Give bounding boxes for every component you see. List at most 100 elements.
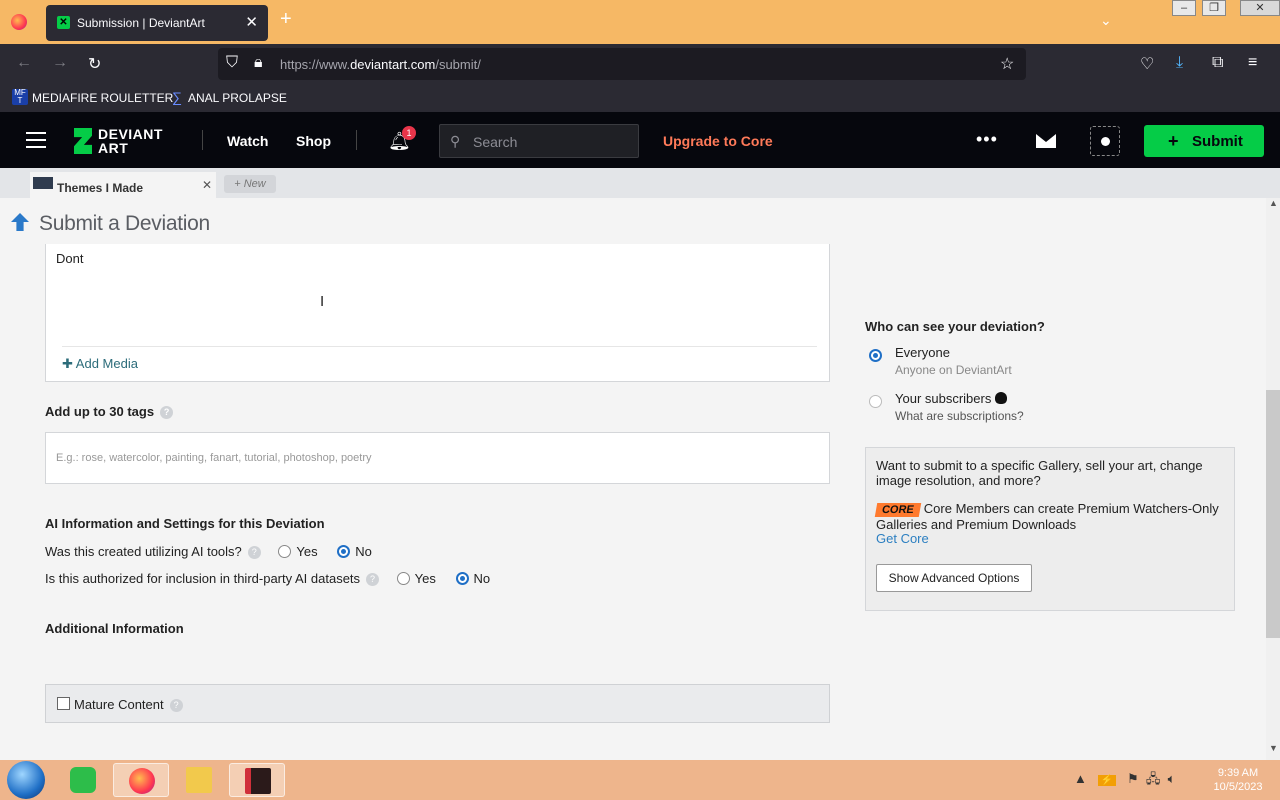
shop-link[interactable]: Shop <box>296 133 331 149</box>
ai-tools-question: Was this created utilizing AI tools?? Ye… <box>45 544 372 559</box>
browser-tab-active[interactable]: ✕ Submission | DeviantArt ✕ <box>46 5 268 41</box>
scroll-up-icon[interactable]: ▲ <box>1269 198 1278 208</box>
mature-content-toggle[interactable]: Mature Content? <box>45 684 830 723</box>
submit-form: Submit a Deviation Dont ✚ Add Media I Ad… <box>0 198 1266 760</box>
pocket-icon[interactable]: ♡ <box>1140 54 1154 74</box>
game-app-icon <box>245 768 271 794</box>
deviantart-logo[interactable]: DEVIANT ART <box>74 126 178 156</box>
get-core-link[interactable]: Get Core <box>876 531 929 546</box>
network-icon[interactable]: 🖧︎ <box>1146 771 1161 786</box>
taskbar-app-game[interactable] <box>229 763 285 797</box>
mature-checkbox[interactable] <box>57 697 70 710</box>
deviantart-logo-icon <box>74 128 92 154</box>
visibility-option-label: Your subscribers <box>895 391 1008 406</box>
mediafire-bookmark-icon: MF T <box>12 89 28 105</box>
arrow-up-icon[interactable] <box>11 213 29 231</box>
taskbar-app-notes[interactable] <box>55 763 111 797</box>
upgrade-to-core-link[interactable]: Upgrade to Core <box>663 133 773 149</box>
close-stash-tab-icon[interactable]: ✕ <box>202 178 212 192</box>
more-options-icon[interactable]: ••• <box>976 129 998 150</box>
show-advanced-options-button[interactable]: Show Advanced Options <box>876 564 1032 592</box>
description-text[interactable]: Dont <box>56 251 83 266</box>
back-arrow-icon[interactable]: ← <box>16 54 32 72</box>
scrollbar[interactable]: ▲ ▼ <box>1266 198 1280 760</box>
tags-placeholder: E.g.: rose, watercolor, painting, fanart… <box>56 452 372 464</box>
mature-label: Mature Content? <box>74 697 183 712</box>
new-stash-tab-button[interactable]: + New <box>224 175 276 193</box>
help-icon[interactable]: ? <box>160 406 174 419</box>
core-shield-icon <box>995 392 1008 404</box>
taskbar-app-firefox[interactable] <box>113 763 169 797</box>
ai-dataset-no-radio[interactable]: No <box>455 571 490 586</box>
clock[interactable]: 9:39 AM 10/5/2023 <box>1208 766 1268 794</box>
maximize-icon[interactable]: ❐ <box>1202 0 1226 16</box>
close-window-icon[interactable]: ✕ <box>1240 0 1280 16</box>
browser-tab-title: Submission | DeviantArt <box>77 16 205 30</box>
ai-tools-no-radio[interactable]: No <box>337 544 372 559</box>
scroll-down-icon[interactable]: ▼ <box>1269 743 1278 753</box>
menu-icon[interactable]: ≡ <box>1248 54 1257 72</box>
help-icon[interactable]: ? <box>169 699 183 712</box>
radio-icon <box>869 395 882 408</box>
radio-selected-icon <box>455 572 469 585</box>
notification-count-badge: 1 <box>402 126 416 140</box>
radio-selected-icon <box>337 545 351 558</box>
extensions-icon[interactable]: ⧉ <box>1212 54 1223 72</box>
help-icon[interactable]: ? <box>247 546 261 559</box>
divider <box>202 130 203 150</box>
forward-arrow-icon[interactable]: → <box>52 54 68 72</box>
divider <box>356 130 357 150</box>
watch-link[interactable]: Watch <box>227 133 268 149</box>
start-button-icon[interactable] <box>7 761 45 799</box>
close-tab-icon[interactable]: ✕ <box>245 13 258 31</box>
description-editor[interactable]: Dont ✚ Add Media <box>45 244 830 382</box>
site-header: DEVIANT ART Watch Shop 🔔︎ 1 ⚲ Search Upgr… <box>0 112 1280 168</box>
scrollbar-thumb[interactable] <box>1266 390 1280 638</box>
core-badge: CORE <box>874 503 922 517</box>
volume-icon[interactable]: 🔈︎ <box>1168 771 1176 786</box>
help-icon[interactable]: ? <box>366 573 380 586</box>
new-tab-button[interactable]: + <box>280 8 292 31</box>
add-media-button[interactable]: ✚ Add Media <box>62 356 138 372</box>
firefox-icon <box>129 768 155 794</box>
ai-dataset-yes-radio[interactable]: Yes <box>396 571 436 586</box>
site-search-input[interactable]: ⚲ Search <box>439 124 639 158</box>
shield-icon[interactable]: ⛉ <box>226 54 238 72</box>
sigma-bookmark-icon: ∑ <box>172 89 182 105</box>
visibility-heading: Who can see your deviation? <box>865 319 1045 334</box>
stash-tab-themes[interactable]: Themes I Made ✕ <box>30 172 216 198</box>
lock-icon[interactable]: 🔒︎ <box>254 54 263 72</box>
bookmark-star-icon[interactable]: ☆ <box>1000 54 1014 74</box>
mail-icon[interactable] <box>1036 134 1056 148</box>
advanced-intro: Want to submit to a specific Gallery, se… <box>876 458 1203 488</box>
tags-input[interactable]: E.g.: rose, watercolor, painting, fanart… <box>45 432 830 484</box>
tray-app-icon[interactable]: ⚡ <box>1097 775 1117 786</box>
stash-thumbnail <box>33 177 53 189</box>
firefox-menu-icon[interactable] <box>11 14 27 30</box>
minimize-icon[interactable]: – <box>1172 0 1196 16</box>
url-text[interactable]: https://www.deviantart.com/submit/ <box>280 57 481 72</box>
stash-tab-label: Themes I Made <box>57 181 144 195</box>
divider <box>62 346 817 347</box>
reload-icon[interactable]: ↻ <box>88 54 101 74</box>
radio-icon <box>278 545 292 558</box>
downloads-icon[interactable]: ⤓ <box>1176 54 1183 72</box>
taskbar-app-explorer[interactable] <box>171 763 227 797</box>
core-promo: CORE Core Members can create Premium Watc… <box>874 501 1219 532</box>
submit-button[interactable]: + Submit <box>1144 125 1264 157</box>
flag-icon[interactable]: ⚑ <box>1127 771 1139 786</box>
ai-section-heading: AI Information and Settings for this Dev… <box>45 516 325 531</box>
chevron-down-icon[interactable]: ⌄ <box>1100 12 1112 29</box>
hamburger-menu-icon[interactable] <box>26 132 46 148</box>
subscriptions-link[interactable]: What are subscriptions? <box>895 409 1024 423</box>
ai-tools-yes-radio[interactable]: Yes <box>278 544 318 559</box>
deviantart-favicon-icon: ✕ <box>57 16 70 29</box>
show-hidden-icons-icon[interactable]: ▲ <box>1074 771 1087 786</box>
url-bar[interactable]: ⛉ 🔒︎ https://www.deviantart.com/submit/ … <box>218 48 1026 80</box>
bookmark-mediafire[interactable]: MEDIAFIRE ROULETTER <box>32 91 173 105</box>
clock-time: 9:39 AM <box>1217 767 1259 779</box>
avatar[interactable] <box>1090 126 1120 156</box>
bookmark-second[interactable]: ANAL PROLAPSE <box>188 91 287 105</box>
search-placeholder: Search <box>473 134 518 150</box>
text-cursor-icon: I <box>320 293 325 310</box>
